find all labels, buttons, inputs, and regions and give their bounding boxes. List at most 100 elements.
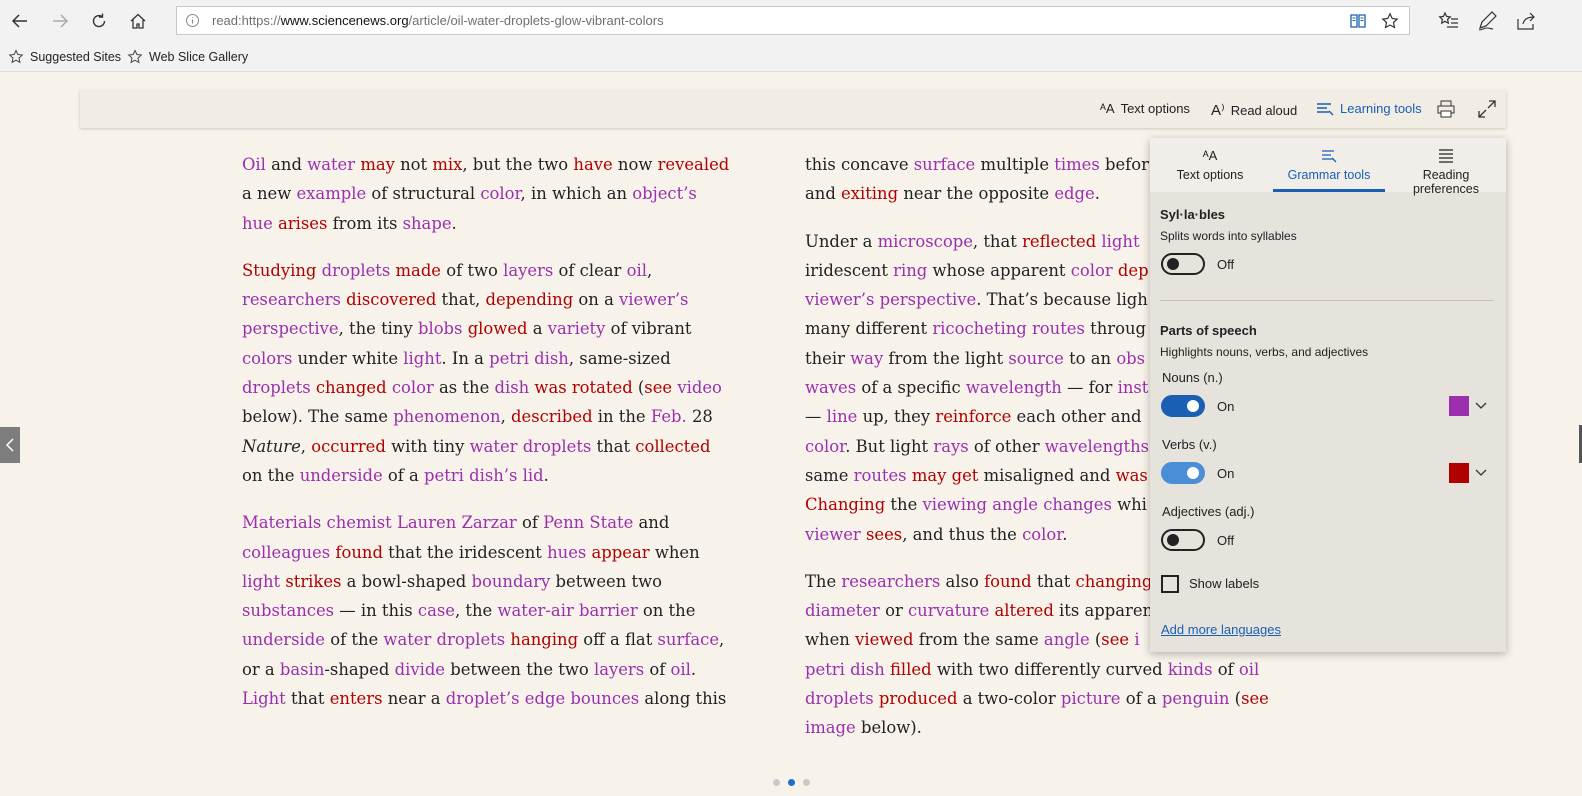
noun-word: perspective (242, 319, 339, 339)
reading-view-icon[interactable] (1349, 12, 1367, 30)
plain-text: — (805, 407, 827, 427)
text-size-icon: ᴬA (1100, 101, 1115, 116)
panel-tabs: ᴬA Text options Grammar tools Reading pr… (1150, 138, 1506, 196)
plain-text: multiple (975, 155, 1055, 174)
fullscreen-icon[interactable] (1477, 99, 1497, 119)
learning-tools-button[interactable]: Learning tools (1316, 101, 1422, 116)
tab-text-options[interactable]: ᴬA Text options (1165, 148, 1255, 182)
plain-text: many different (805, 319, 933, 339)
verb-word: strikes (285, 571, 342, 591)
tab-reading-preferences[interactable]: Reading preferences (1390, 148, 1502, 196)
verb-word: produced (878, 689, 958, 709)
plain-text: that the iridescent (382, 542, 548, 562)
nouns-color-swatch[interactable] (1449, 396, 1469, 416)
plain-text: or (879, 601, 908, 621)
print-icon[interactable] (1436, 99, 1456, 119)
chevron-left-icon (5, 438, 14, 452)
previous-page-button[interactable] (0, 427, 20, 463)
show-labels-checkbox[interactable] (1161, 575, 1179, 593)
plain-text: each other and (1011, 407, 1142, 427)
plain-text: befor (1099, 155, 1149, 174)
favorite-suggested-sites[interactable]: Suggested Sites (8, 49, 121, 65)
noun-word: droplets (242, 378, 311, 398)
verb-word: changing (1075, 571, 1153, 591)
noun-word: case (417, 601, 455, 621)
plain-text: between the two (445, 659, 594, 679)
noun-word: dish (494, 378, 530, 398)
noun-word: image (805, 718, 856, 738)
chevron-down-icon[interactable] (1474, 399, 1488, 413)
back-button[interactable] (6, 8, 34, 34)
adjectives-toggle[interactable] (1161, 529, 1205, 551)
syllables-toggle[interactable] (1161, 253, 1205, 275)
page-dot-current[interactable] (788, 779, 795, 786)
plain-text: now (612, 155, 658, 174)
address-bar[interactable]: read:https://www.sciencenews.org/article… (176, 6, 1410, 35)
plain-text: , but the two (462, 155, 574, 174)
noun-word: substances (242, 601, 335, 621)
plain-text: to an (1063, 348, 1117, 368)
noun-word: inst (1117, 378, 1149, 398)
adjectives-state: Off (1217, 533, 1235, 548)
arrow-left-icon (11, 14, 27, 28)
show-labels-label: Show labels (1189, 576, 1260, 591)
plain-text: on the (637, 601, 696, 621)
noun-word: petri dish’s lid (424, 465, 544, 485)
noun-word: petri dish (489, 348, 569, 368)
verbs-toggle[interactable] (1161, 462, 1205, 484)
forward-button[interactable] (46, 8, 74, 34)
noun-word: light (242, 571, 281, 591)
read-aloud-button[interactable]: A⁾ Read aloud (1211, 101, 1297, 119)
noun-word: oil (1238, 659, 1260, 679)
verb-word: occurred (311, 436, 386, 456)
verb-word: made (395, 260, 442, 280)
favorite-web-slice-gallery[interactable]: Web Slice Gallery (127, 49, 248, 65)
plain-text: , (646, 260, 653, 280)
pen-icon[interactable] (1476, 10, 1498, 32)
noun-word: divide (394, 659, 446, 679)
refresh-button[interactable] (85, 8, 113, 34)
plain-text: from the light (883, 348, 1009, 368)
plain-text: The (805, 571, 842, 591)
text-size-icon: ᴬA (1202, 148, 1218, 163)
noun-word: surface (913, 155, 976, 174)
verb-word: dep (1117, 260, 1149, 280)
page-dot[interactable] (803, 779, 810, 786)
tab-grammar-tools[interactable]: Grammar tools (1273, 148, 1385, 182)
plain-text: iridescent (805, 260, 894, 280)
read-aloud-icon: A⁾ (1211, 102, 1225, 119)
article-paragraph: Oil and water may not mix, but the two h… (242, 150, 762, 238)
verb-word: altered (994, 601, 1054, 621)
share-icon[interactable] (1515, 10, 1537, 32)
verb-word: mix (432, 155, 463, 174)
plain-text: Under a (805, 231, 878, 251)
plain-text: of a specific (856, 378, 966, 398)
favorite-star-icon[interactable] (1381, 12, 1399, 30)
page-dot[interactable] (773, 779, 780, 786)
favorites-hub-icon[interactable] (1437, 10, 1459, 32)
noun-word: wavelengths (1044, 436, 1150, 456)
home-button[interactable] (124, 8, 152, 34)
verb-word: found (335, 542, 383, 562)
nouns-toggle[interactable] (1161, 395, 1205, 417)
noun-word: curvature (908, 601, 990, 621)
plain-text: in the (592, 407, 651, 427)
add-more-languages-link[interactable]: Add more languages (1161, 622, 1281, 637)
noun-word: Materials chemist Lauren Zarzar (242, 513, 517, 533)
lines-icon (1439, 149, 1453, 163)
article-paragraph: Materials chemist Lauren Zarzar of Penn … (242, 508, 762, 713)
toggle-knob (1187, 400, 1199, 412)
text-options-button[interactable]: ᴬA Text options (1100, 101, 1190, 116)
info-icon[interactable] (185, 13, 200, 28)
chevron-down-icon[interactable] (1474, 466, 1488, 480)
noun-word: Oil (242, 155, 266, 174)
plain-text: from its (327, 213, 403, 233)
plain-text: , and thus the (902, 524, 1023, 544)
noun-word: angle (1043, 630, 1090, 650)
verbs-label: Verbs (v.) (1162, 437, 1217, 452)
plain-text: of a (1120, 689, 1162, 709)
verbs-color-swatch[interactable] (1449, 463, 1469, 483)
plain-text: below). (855, 718, 922, 738)
plain-text: same (805, 465, 854, 485)
verb-word: found (984, 571, 1032, 591)
